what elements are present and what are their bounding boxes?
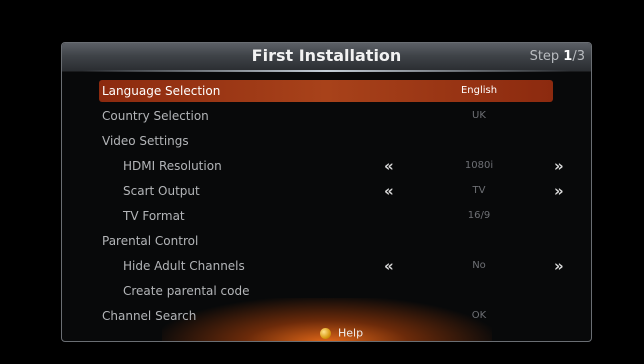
menu-item-label: Channel Search xyxy=(102,309,197,323)
menu-item-scart-output[interactable]: Scart Output « TV » xyxy=(99,180,564,202)
menu-item-language-selection[interactable]: Language Selection English xyxy=(99,80,553,102)
dialog-title: First Installation xyxy=(251,46,402,65)
title-divider xyxy=(82,70,571,72)
chevron-left-icon[interactable]: « xyxy=(384,182,394,200)
title-bar: First Installation Step 1/3 xyxy=(62,43,591,72)
menu-item-label: Parental Control xyxy=(102,234,199,248)
menu-item-value: English xyxy=(460,85,498,96)
menu-item-label: HDMI Resolution xyxy=(123,159,222,173)
chevron-right-icon[interactable]: » xyxy=(554,257,564,275)
menu-item-hdmi-resolution[interactable]: HDMI Resolution « 1080i » xyxy=(99,155,564,177)
menu-item-label: Video Settings xyxy=(102,134,189,148)
menu-item-label: Scart Output xyxy=(123,184,200,198)
menu-item-tv-format[interactable]: TV Format 16/9 xyxy=(99,205,553,227)
chevron-left-icon[interactable]: « xyxy=(384,257,394,275)
menu-item-country-selection[interactable]: Country Selection UK xyxy=(99,105,553,127)
chevron-right-icon[interactable]: » xyxy=(554,182,564,200)
menu-item-value: 16/9 xyxy=(467,210,491,221)
menu-item-value: No xyxy=(472,260,486,271)
first-installation-dialog: First Installation Step 1/3 Language Sel… xyxy=(61,42,592,342)
yellow-button-icon xyxy=(320,327,331,339)
menu-item-hide-adult-channels[interactable]: Hide Adult Channels « No » xyxy=(99,255,564,277)
chevron-right-icon[interactable]: » xyxy=(554,157,564,175)
menu-item-value: OK xyxy=(471,310,487,321)
step-indicator: Step 1/3 xyxy=(529,49,585,64)
chevron-left-icon[interactable]: « xyxy=(384,157,394,175)
help-button[interactable]: Help xyxy=(320,326,363,340)
menu-item-parental-control[interactable]: Parental Control xyxy=(99,230,553,252)
menu-item-label: Language Selection xyxy=(102,84,221,98)
menu-item-channel-search[interactable]: Channel Search OK xyxy=(99,305,553,327)
menu-item-value: 1080i xyxy=(464,160,494,171)
menu-item-value: TV xyxy=(472,185,486,196)
menu-item-label: TV Format xyxy=(123,209,185,223)
menu-item-label: Hide Adult Channels xyxy=(123,259,245,273)
menu-item-video-settings[interactable]: Video Settings xyxy=(99,130,553,152)
menu-item-label: Country Selection xyxy=(102,109,209,123)
help-label: Help xyxy=(338,326,364,340)
menu-item-value: UK xyxy=(472,110,486,121)
menu-item-label: Create parental code xyxy=(123,284,250,298)
